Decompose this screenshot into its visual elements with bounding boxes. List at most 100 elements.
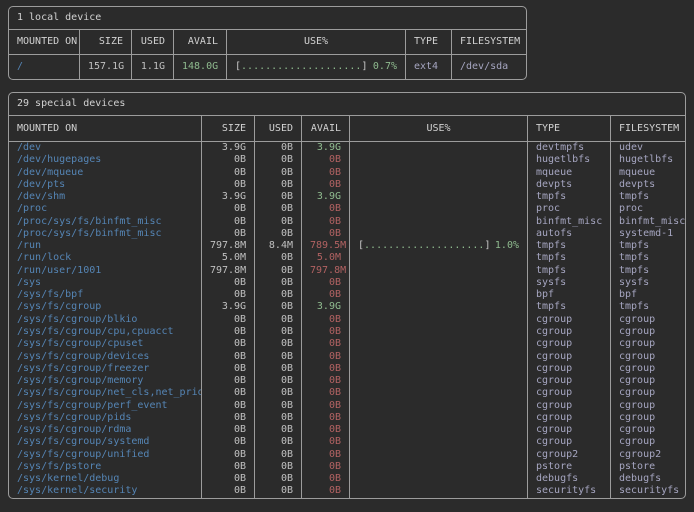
mount-cell: /sys/fs/cgroup/blkio [9, 314, 201, 326]
filesystem-cell: tmpfs [610, 252, 685, 264]
type-cell: proc [527, 203, 610, 215]
column-header-filesystem: FILESYSTEM [451, 30, 526, 54]
filesystem-cell: cgroup [610, 351, 685, 363]
use-percent-cell [349, 351, 527, 363]
filesystem-cell: cgroup [610, 314, 685, 326]
filesystem-cell: cgroup [610, 436, 685, 448]
type-cell: cgroup [527, 424, 610, 436]
mount-cell: /sys/fs/cgroup/cpuset [9, 338, 201, 350]
filesystem-cell: hugetlbfs [610, 154, 685, 166]
type-cell: cgroup [527, 351, 610, 363]
used-cell: 0B [254, 216, 301, 228]
used-cell: 8.4M [254, 240, 301, 252]
type-cell: mqueue [527, 167, 610, 179]
use-percent-cell [349, 167, 527, 179]
size-cell: 0B [201, 228, 254, 240]
used-cell: 0B [254, 142, 301, 154]
type-cell: devtmpfs [527, 142, 610, 154]
use-percent-cell [349, 449, 527, 461]
mount-cell: /sys/fs/pstore [9, 461, 201, 473]
size-cell: 3.9G [201, 301, 254, 313]
column-header-used: USED [131, 30, 173, 54]
use-percent-cell [349, 461, 527, 473]
avail-cell: 0B [301, 363, 349, 375]
used-cell: 0B [254, 338, 301, 350]
mount-cell: /dev [9, 142, 201, 154]
type-cell: bpf [527, 289, 610, 301]
usage-percent: 0.7% [373, 55, 397, 79]
type-cell: tmpfs [527, 191, 610, 203]
size-cell: 0B [201, 154, 254, 166]
filesystem-cell: /dev/sda [451, 55, 526, 79]
use-percent-cell [349, 387, 527, 399]
used-cell: 0B [254, 412, 301, 424]
column-header-use-pct: USE% [226, 30, 405, 54]
type-cell: tmpfs [527, 265, 610, 277]
avail-cell: 0B [301, 387, 349, 399]
use-percent-cell [349, 436, 527, 448]
filesystem-cell: tmpfs [610, 265, 685, 277]
size-cell: 0B [201, 167, 254, 179]
bar-track: .................... [241, 61, 361, 72]
used-cell: 0B [254, 277, 301, 289]
type-cell: tmpfs [527, 252, 610, 264]
filesystem-cell: tmpfs [610, 240, 685, 252]
use-percent-cell [349, 412, 527, 424]
avail-cell: 0B [301, 375, 349, 387]
mount-cell: /sys/fs/cgroup/pids [9, 412, 201, 424]
mount-cell: /sys/fs/cgroup/net_cls,net_prio [9, 387, 201, 399]
use-percent-cell [349, 326, 527, 338]
size-cell: 0B [201, 326, 254, 338]
avail-cell: 0B [301, 412, 349, 424]
size-cell: 0B [201, 375, 254, 387]
filesystem-cell: cgroup [610, 363, 685, 375]
type-cell: pstore [527, 461, 610, 473]
size-cell: 0B [201, 485, 254, 497]
avail-cell: 0B [301, 485, 349, 497]
mount-cell: /run [9, 240, 201, 252]
type-cell: cgroup [527, 436, 610, 448]
type-cell: cgroup [527, 375, 610, 387]
size-cell: 0B [201, 436, 254, 448]
size-cell: 0B [201, 277, 254, 289]
mount-cell: /sys/kernel/debug [9, 473, 201, 485]
terminal-output: 1 local device MOUNTED ONSIZEUSEDAVAILUS… [0, 0, 694, 499]
type-cell: cgroup [527, 412, 610, 424]
type-cell: sysfs [527, 277, 610, 289]
bar-track: .................... [364, 240, 484, 251]
size-cell: 157.1G [79, 55, 131, 79]
mount-cell: /run/user/1001 [9, 265, 201, 277]
mount-cell: /dev/hugepages [9, 154, 201, 166]
avail-cell: 0B [301, 473, 349, 485]
local-table-header: MOUNTED ONSIZEUSEDAVAILUSE%TYPEFILESYSTE… [9, 30, 526, 55]
column-header-type: TYPE [527, 116, 610, 141]
size-cell: 0B [201, 179, 254, 191]
mount-cell: /sys/fs/cgroup/memory [9, 375, 201, 387]
use-percent-cell [349, 375, 527, 387]
local-table-body: /157.1G1.1G148.0G[....................]0… [9, 55, 526, 79]
size-cell: 0B [201, 412, 254, 424]
size-cell: 0B [201, 351, 254, 363]
size-cell: 3.9G [201, 191, 254, 203]
avail-cell: 3.9G [301, 191, 349, 203]
column-header-size: SIZE [79, 30, 131, 54]
filesystem-cell: devpts [610, 179, 685, 191]
avail-cell: 0B [301, 314, 349, 326]
use-percent-cell [349, 314, 527, 326]
type-cell: tmpfs [527, 301, 610, 313]
filesystem-cell: cgroup2 [610, 449, 685, 461]
size-cell: 0B [201, 289, 254, 301]
use-percent-cell [349, 277, 527, 289]
used-cell: 0B [254, 191, 301, 203]
used-cell: 0B [254, 228, 301, 240]
filesystem-cell: cgroup [610, 412, 685, 424]
column-header-type: TYPE [405, 30, 451, 54]
filesystem-cell: securityfs [610, 485, 685, 497]
mount-cell: /proc/sys/fs/binfmt_misc [9, 228, 201, 240]
use-percent-cell: [....................]0.7% [226, 55, 405, 79]
type-cell: binfmt_misc [527, 216, 610, 228]
used-cell: 0B [254, 203, 301, 215]
filesystem-cell: cgroup [610, 387, 685, 399]
type-cell: cgroup [527, 387, 610, 399]
used-cell: 0B [254, 154, 301, 166]
